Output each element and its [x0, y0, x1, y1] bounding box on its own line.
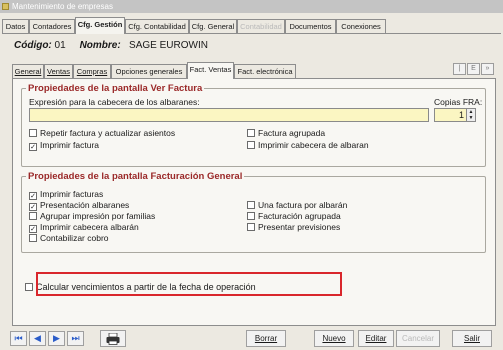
- app-icon: [2, 3, 9, 10]
- previous-record-icon[interactable]: ◀: [29, 331, 46, 346]
- checkbox-box-checked[interactable]: ✓: [29, 203, 37, 211]
- nuevo-button[interactable]: Nuevo: [314, 330, 354, 347]
- subtab-compras[interactable]: Compras: [73, 64, 111, 78]
- checkbox-box-checked[interactable]: ✓: [29, 225, 37, 233]
- next-record-icon[interactable]: ▶: [48, 331, 65, 346]
- checkbox-box-checked[interactable]: ✓: [29, 143, 37, 151]
- cancelar-button: Cancelar: [396, 330, 440, 347]
- sub-tab-strip: General Ventas Compras Opciones generale…: [12, 62, 496, 79]
- checkbox-box[interactable]: [25, 283, 33, 291]
- subtab-scroll-e[interactable]: E: [467, 63, 480, 75]
- first-record-icon[interactable]: ⏮: [10, 331, 27, 346]
- ver-factura-title: Propiedades de la pantalla Ver Factura: [28, 83, 203, 94]
- tab-cfg-contabilidad[interactable]: Cfg. Contabilidad: [125, 19, 189, 33]
- expression-input[interactable]: [29, 108, 429, 122]
- checkbox-imprimir-facturas[interactable]: ✓ Imprimir facturas: [29, 189, 103, 200]
- checkbox-repetir-factura[interactable]: Repetir factura y actualizar asientos: [29, 128, 175, 138]
- copias-value: 1: [458, 110, 464, 120]
- checkbox-imprimir-cabecera-albaran[interactable]: Imprimir cabecera de albaran: [247, 140, 369, 150]
- tab-cfg-general[interactable]: Cfg. General: [189, 19, 237, 33]
- checkbox-imprimir-cabecera[interactable]: ✓ Imprimir cabecera albarán: [29, 222, 139, 233]
- spin-down-icon[interactable]: ▼: [467, 115, 475, 121]
- checkbox-label: Imprimir factura: [40, 140, 100, 150]
- company-header: Código: 01 Nombre: SAGE EUROWIN: [14, 40, 208, 51]
- tab-datos[interactable]: Datos: [2, 19, 29, 33]
- checkbox-imprimir-factura[interactable]: ✓ Imprimir factura: [29, 140, 99, 151]
- salir-label: Salir: [463, 334, 480, 343]
- copias-label: Copias FRA:: [434, 97, 483, 107]
- editar-label: Editar: [365, 334, 387, 343]
- checkbox-box[interactable]: [247, 223, 255, 231]
- copias-spinner[interactable]: ▲ ▼: [466, 109, 475, 121]
- last-record-icon[interactable]: ⏭: [67, 331, 84, 346]
- expression-label: Expresión para la cabecera de los albara…: [29, 97, 200, 107]
- checkbox-label: Facturación agrupada: [258, 211, 341, 221]
- checkbox-box[interactable]: [247, 201, 255, 209]
- checkbox-agrupar-impresion[interactable]: Agrupar impresión por familias: [29, 211, 155, 221]
- subtab-general[interactable]: General: [12, 64, 44, 78]
- checkbox-label: Contabilizar cobro: [40, 233, 109, 243]
- checkbox-label: Imprimir facturas: [40, 189, 104, 199]
- borrar-label: Borrar: [254, 334, 278, 343]
- checkbox-label: Repetir factura y actualizar asientos: [40, 128, 176, 138]
- window-title: Mantenimiento de empresas: [12, 2, 113, 11]
- salir-button[interactable]: Salir: [452, 330, 492, 347]
- subtab-ventas-label: Ventas: [47, 67, 70, 76]
- code-label: Código:: [14, 40, 52, 51]
- title-bar: Mantenimiento de empresas: [0, 0, 503, 13]
- checkbox-box[interactable]: [247, 141, 255, 149]
- facturacion-general-title: Propiedades de la pantalla Facturación G…: [28, 171, 243, 182]
- ver-factura-group: Propiedades de la pantalla Ver Factura: [21, 83, 486, 167]
- subtab-ventas[interactable]: Ventas: [44, 64, 73, 78]
- checkbox-label: Imprimir cabecera albarán: [40, 222, 139, 232]
- main-window: Datos Contadores Cfg. Gestión Cfg. Conta…: [0, 13, 503, 350]
- checkbox-label: Factura agrupada: [258, 128, 326, 138]
- checkbox-box[interactable]: [29, 234, 37, 242]
- checkbox-label: Presentar previsiones: [258, 222, 341, 232]
- checkbox-label: Presentación albaranes: [40, 200, 130, 210]
- main-tab-strip: Datos Contadores Cfg. Gestión Cfg. Conta…: [2, 17, 503, 34]
- name-label: Nombre:: [79, 40, 121, 51]
- editar-button[interactable]: Editar: [358, 330, 394, 347]
- highlight-frame: [36, 272, 342, 296]
- checkbox-label: Imprimir cabecera de albaran: [258, 140, 369, 150]
- checkbox-box[interactable]: [247, 212, 255, 220]
- checkbox-box[interactable]: [29, 129, 37, 137]
- print-button[interactable]: [100, 330, 126, 347]
- copias-input[interactable]: 1 ▲ ▼: [434, 108, 476, 122]
- checkbox-label: Una factura por albarán: [258, 200, 348, 210]
- checkbox-facturacion-agrupada[interactable]: Facturación agrupada: [247, 211, 341, 221]
- tab-contabilidad: Contabilidad: [237, 19, 285, 33]
- checkbox-una-factura-por-albaran[interactable]: Una factura por albarán: [247, 200, 347, 210]
- checkbox-box-checked[interactable]: ✓: [29, 192, 37, 200]
- checkbox-presentar-previsiones[interactable]: Presentar previsiones: [247, 222, 340, 232]
- nuevo-label: Nuevo: [322, 334, 346, 343]
- name-value: SAGE EUROWIN: [129, 40, 208, 51]
- checkbox-contabilizar-cobro[interactable]: Contabilizar cobro: [29, 233, 109, 243]
- tab-documentos[interactable]: Documentos: [285, 19, 336, 33]
- checkbox-box[interactable]: [247, 129, 255, 137]
- checkbox-label: Agrupar impresión por familias: [40, 211, 156, 221]
- subtab-opciones-generales[interactable]: Opciones generales: [111, 64, 187, 78]
- code-value: 01: [54, 40, 66, 51]
- subtab-compras-label: Compras: [76, 67, 108, 76]
- checkbox-factura-agrupada[interactable]: Factura agrupada: [247, 128, 325, 138]
- checkbox-presentacion-albaranes[interactable]: ✓ Presentación albaranes: [29, 200, 129, 211]
- cfg-gestion-panel: Código: 01 Nombre: SAGE EUROWIN General …: [2, 33, 501, 350]
- printer-icon: [106, 332, 120, 345]
- tab-contadores[interactable]: Contadores: [29, 19, 75, 33]
- subtab-fact-electronica[interactable]: Fact. electrónica: [234, 64, 296, 78]
- subtab-scroll-next[interactable]: »: [481, 63, 494, 75]
- borrar-button[interactable]: Borrar: [246, 330, 286, 347]
- subtab-scroll-first[interactable]: |: [453, 63, 466, 75]
- checkbox-box[interactable]: [29, 212, 37, 220]
- bottom-toolbar: ⏮ ◀ ▶ ⏭ Borrar Nuevo Editar Cancelar Sal…: [10, 329, 494, 350]
- subtab-fact-ventas[interactable]: Fact. Ventas: [187, 62, 234, 79]
- subtab-general-label: General: [14, 67, 42, 76]
- tab-cfg-gestion[interactable]: Cfg. Gestión: [75, 17, 125, 34]
- tab-conexiones[interactable]: Conexiones: [336, 19, 386, 33]
